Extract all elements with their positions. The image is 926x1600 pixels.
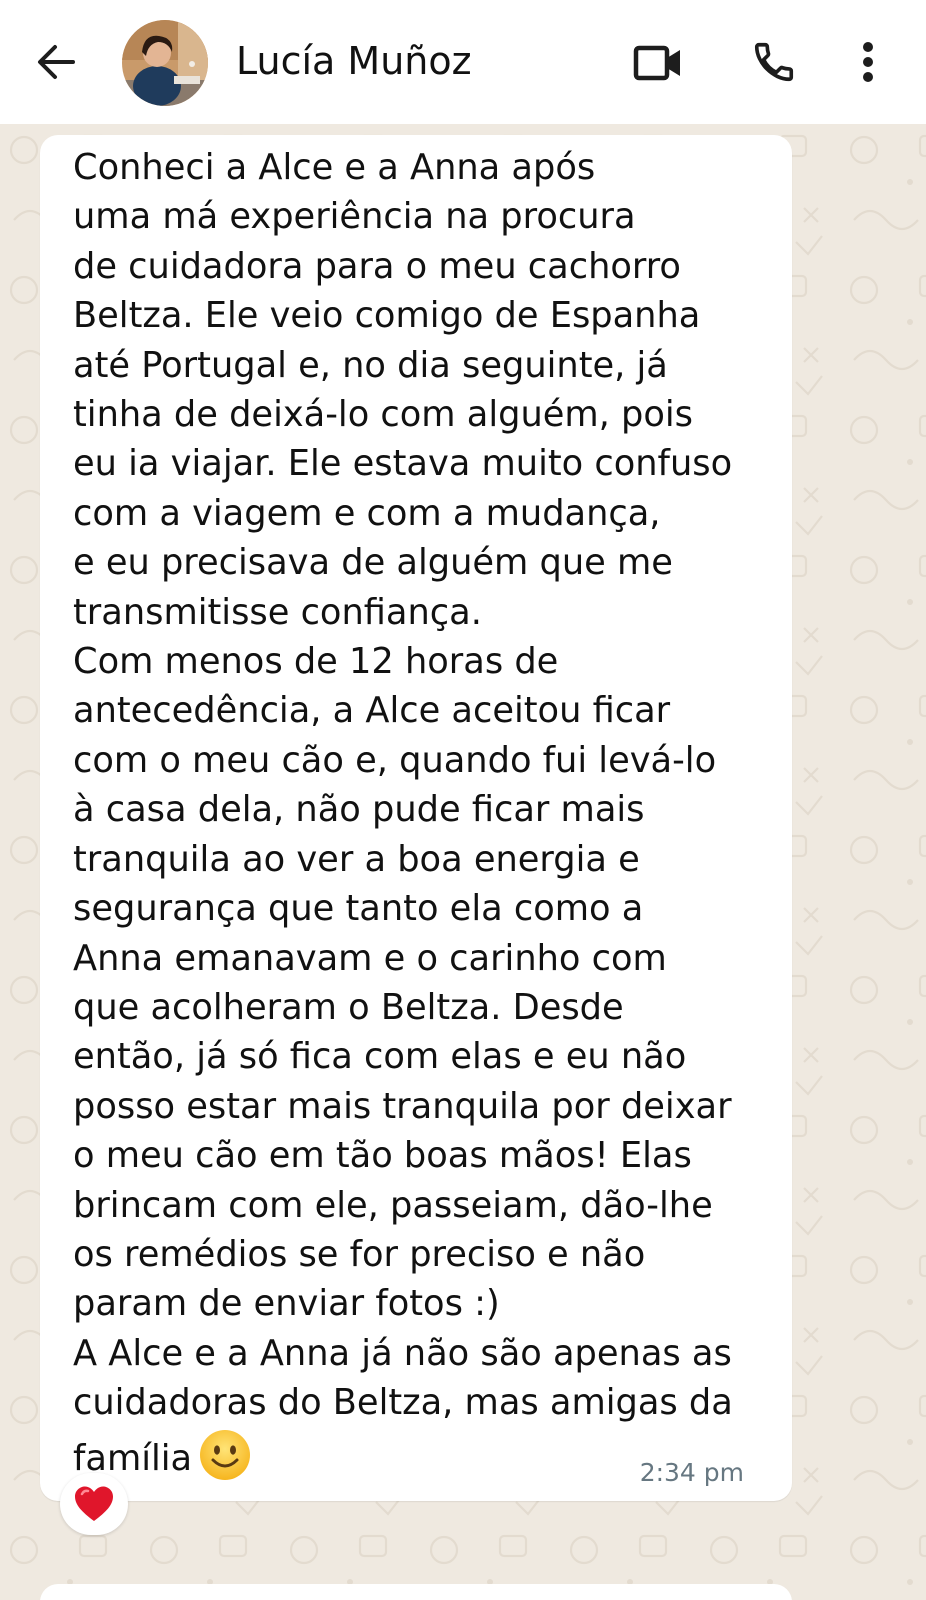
message-body: Conheci a Alce e a Anna após uma má expe… <box>73 147 733 1479</box>
arrow-left-icon <box>38 45 75 79</box>
menu-button[interactable] <box>850 34 886 90</box>
voice-call-button[interactable] <box>748 36 800 88</box>
video-call-button[interactable] <box>628 38 688 88</box>
contact-photo <box>122 20 208 106</box>
message-text: Conheci a Alce e a Anna após uma má expe… <box>73 143 773 1483</box>
next-message-bubble[interactable] <box>40 1584 792 1600</box>
message-timestamp: 2:34 pm <box>639 1458 744 1487</box>
video-camera-icon <box>633 45 680 81</box>
back-button[interactable] <box>30 36 82 88</box>
contact-avatar[interactable] <box>122 20 208 106</box>
contact-name[interactable]: Lucía Muñoz <box>236 36 472 86</box>
message-reaction[interactable] <box>60 1473 128 1535</box>
chat-area[interactable]: Conheci a Alce e a Anna após uma má expe… <box>0 124 926 1600</box>
more-vertical-icon <box>863 42 873 82</box>
message-bubble[interactable]: Conheci a Alce e a Anna após uma má expe… <box>40 135 792 1501</box>
chat-header: Lucía Muñoz <box>0 0 926 124</box>
phone-icon <box>754 42 794 82</box>
smiling-face-emoji <box>200 1429 251 1480</box>
red-heart-emoji <box>75 1486 113 1521</box>
